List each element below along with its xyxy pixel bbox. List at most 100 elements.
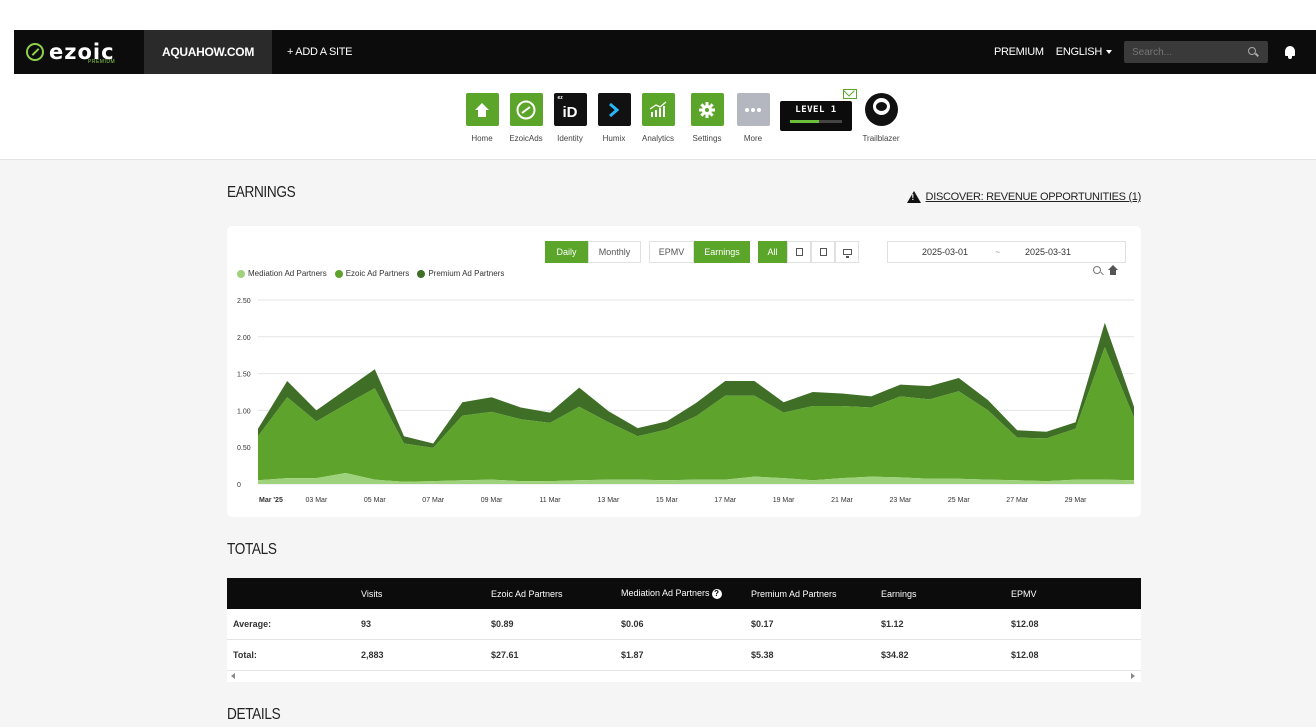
earnings-button[interactable]: Earnings xyxy=(694,241,750,263)
tablet-icon xyxy=(795,248,803,256)
table-cell: $34.82 xyxy=(881,650,909,660)
header-epmv[interactable]: EPMV xyxy=(1011,589,1131,599)
table-cell: $0.06 xyxy=(621,619,644,629)
x-tick-label: 17 Mar xyxy=(714,497,736,504)
help-icon[interactable]: ? xyxy=(711,589,722,599)
legend-item-mediation[interactable]: Mediation Ad Partners xyxy=(237,269,327,278)
device-toggle: All xyxy=(758,241,859,263)
bell-icon[interactable] xyxy=(1284,45,1296,59)
language-dropdown[interactable]: ENGLISH xyxy=(1056,46,1112,58)
trailblazer-profile[interactable]: Trailblazer xyxy=(857,93,905,143)
discover-label: DISCOVER: REVENUE OPPORTUNITIES (1) xyxy=(925,191,1142,203)
header-visits[interactable]: Visits xyxy=(361,589,491,599)
discover-revenue-link[interactable]: DISCOVER: REVENUE OPPORTUNITIES (1) xyxy=(906,191,1142,203)
app-settings[interactable]: Settings xyxy=(688,93,726,143)
identity-badge: ez xyxy=(557,95,563,101)
scroll-right-arrow-icon[interactable] xyxy=(1131,673,1135,679)
humix-chevron-icon xyxy=(609,102,620,117)
analytics-tile xyxy=(641,93,675,126)
metric-toggle: EPMV Earnings xyxy=(649,241,750,263)
ezoic-logo[interactable]: ezoic PREMIUM xyxy=(14,30,144,74)
table-cell: $1.87 xyxy=(621,650,644,660)
header-earnings[interactable]: Earnings xyxy=(881,589,1011,599)
reset-zoom-home-icon[interactable] xyxy=(1108,265,1118,275)
search-wrap xyxy=(1124,41,1284,63)
app-home[interactable]: Home xyxy=(463,93,501,143)
epmv-button[interactable]: EPMV xyxy=(649,241,694,263)
more-dots-icon xyxy=(745,107,761,112)
app-label: Settings xyxy=(692,134,722,143)
table-cell: 2,883 xyxy=(361,650,384,660)
more-tile xyxy=(736,93,770,126)
app-humix[interactable]: Humix xyxy=(595,93,633,143)
app-label: Identity xyxy=(557,134,583,143)
date-range-picker[interactable]: 2025-03-01 ~ 2025-03-31 xyxy=(887,241,1126,263)
legend-label: Mediation Ad Partners xyxy=(248,269,327,278)
level-badge[interactable]: LEVEL 1 xyxy=(780,101,852,131)
y-tick-label: 2.50 xyxy=(237,298,251,305)
table-cell: $12.08 xyxy=(1011,619,1039,629)
table-cell: $0.89 xyxy=(491,619,514,629)
ezoic-logo-icon xyxy=(516,100,536,119)
legend-dot xyxy=(237,269,245,278)
add-site-link[interactable]: + ADD A SITE xyxy=(287,46,352,58)
x-tick-label: 23 Mar xyxy=(890,497,912,504)
mail-icon[interactable] xyxy=(843,89,857,99)
x-tick-label: 03 Mar xyxy=(306,497,328,504)
table-row-average: Average: 93 $0.89 $0.06 $0.17 $1.12 $12.… xyxy=(227,609,1141,640)
y-tick-label: 1.50 xyxy=(237,372,251,379)
x-tick-label: 19 Mar xyxy=(773,497,795,504)
legend-item-premium[interactable]: Premium Ad Partners xyxy=(417,269,504,278)
mobile-button[interactable] xyxy=(811,241,835,263)
scroll-left-arrow-icon[interactable] xyxy=(231,673,235,679)
date-start[interactable]: 2025-03-01 xyxy=(922,247,968,257)
totals-table: Visits Ezoic Ad Partners Mediation Ad Pa… xyxy=(227,578,1141,682)
x-tick-label: Mar '25 xyxy=(259,497,283,504)
app-identity[interactable]: ez iD Identity xyxy=(551,93,589,143)
search-input[interactable] xyxy=(1124,41,1268,63)
all-devices-button[interactable]: All xyxy=(758,241,787,263)
gear-icon xyxy=(699,101,715,118)
header-premium-ad-partners[interactable]: Premium Ad Partners xyxy=(751,589,881,599)
app-label: Humix xyxy=(602,134,626,143)
row-label: Total: xyxy=(233,650,257,660)
details-title: DETAILS xyxy=(227,706,281,723)
y-tick-label: 1.00 xyxy=(237,408,251,415)
humix-tile xyxy=(597,93,631,126)
daily-button[interactable]: Daily xyxy=(545,241,588,263)
search-icon[interactable] xyxy=(1248,47,1256,55)
x-tick-label: 25 Mar xyxy=(948,497,970,504)
legend-item-ezoic[interactable]: Ezoic Ad Partners xyxy=(334,269,410,278)
app-label: More xyxy=(743,134,763,143)
chart-legend: Mediation Ad Partners Ezoic Ad Partners … xyxy=(237,269,512,278)
monthly-button[interactable]: Monthly xyxy=(588,241,641,263)
table-cell: 93 xyxy=(361,619,372,629)
totals-title: TOTALS xyxy=(227,541,277,558)
ezoicads-tile xyxy=(509,93,543,126)
zoom-icon[interactable] xyxy=(1093,266,1101,274)
table-cell: $0.17 xyxy=(751,619,774,629)
app-ezoicads[interactable]: EzoicAds xyxy=(507,93,545,143)
app-icon-row: Home EzoicAds ez iD Identity Humix Analy… xyxy=(0,74,1316,160)
identity-icon: iD xyxy=(562,104,578,121)
app-analytics[interactable]: Analytics xyxy=(639,93,677,143)
earnings-title: EARNINGS xyxy=(227,184,296,201)
header-mediation-label: Mediation Ad Partners xyxy=(621,588,710,598)
identity-tile: ez iD xyxy=(553,93,587,126)
home-tile xyxy=(465,93,499,126)
header-ezoic-ad-partners[interactable]: Ezoic Ad Partners xyxy=(491,589,621,599)
main-navbar: ezoic PREMIUM AQUAHOW.COM + ADD A SITE P… xyxy=(14,30,1316,74)
site-tab-aquahow[interactable]: AQUAHOW.COM xyxy=(144,30,273,74)
table-cell: $27.61 xyxy=(491,650,519,660)
language-label: ENGLISH xyxy=(1055,46,1103,58)
header-mediation-ad-partners[interactable]: Mediation Ad Partners? xyxy=(621,588,751,599)
legend-label: Ezoic Ad Partners xyxy=(345,269,410,278)
table-horizontal-scrollbar[interactable] xyxy=(227,671,1141,682)
tablet-button[interactable] xyxy=(787,241,811,263)
date-end[interactable]: 2025-03-31 xyxy=(1025,247,1071,257)
legend-label: Premium Ad Partners xyxy=(428,269,505,278)
x-tick-label: 21 Mar xyxy=(831,497,853,504)
desktop-button[interactable] xyxy=(835,241,859,263)
premium-link[interactable]: PREMIUM xyxy=(994,46,1044,58)
app-more[interactable]: More xyxy=(734,93,772,143)
